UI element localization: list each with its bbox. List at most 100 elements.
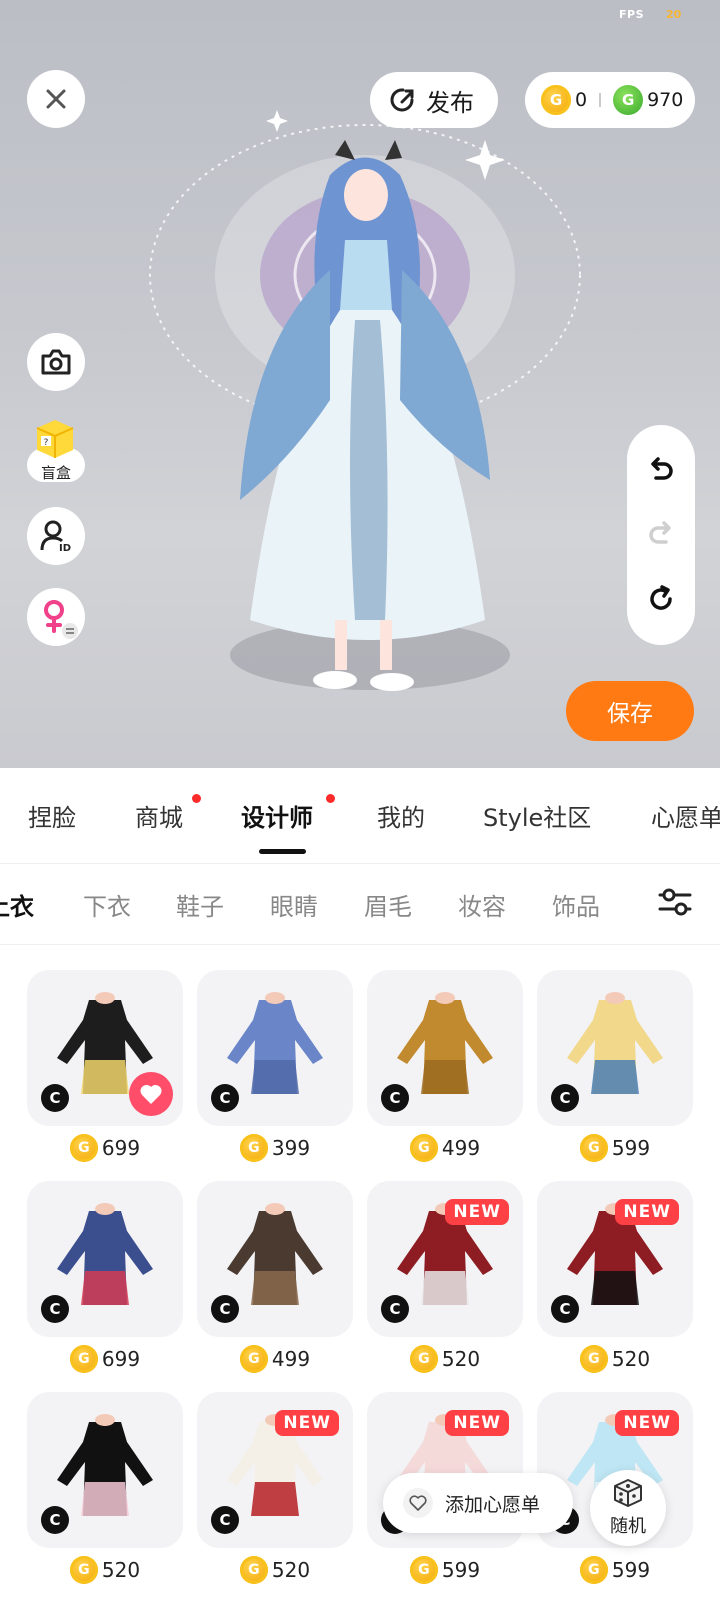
wallet-divider [599,93,602,107]
female-switch-icon [44,600,78,639]
outfit-item-card[interactable]: C [27,1392,183,1548]
item-price: G 699 [27,1132,183,1164]
close-button[interactable] [27,70,85,128]
camera-icon [41,349,71,375]
gold-coin-icon: G [579,1345,608,1373]
active-tab-indicator [259,849,306,854]
creator-badge-icon: C [551,1295,579,1323]
price-value: 520 [441,1347,481,1371]
tab-wishlist[interactable]: 心愿单 [651,798,720,833]
item-price: G 399 [197,1132,353,1164]
new-badge: NEW [445,1410,509,1436]
item-price: G 699 [27,1343,183,1375]
outfit-item-card[interactable]: C [537,970,693,1126]
price-value: 520 [101,1558,141,1582]
category-shoes[interactable]: 鞋子 [176,887,224,922]
outfit-item-card[interactable]: C NEW [197,1392,353,1548]
tab-style-community[interactable]: Style社区 [483,798,591,833]
price-value: 599 [611,1558,651,1582]
tab-face[interactable]: 捏脸 [28,798,76,833]
category-bottoms[interactable]: 下衣 [83,887,131,922]
gold-coin-icon: G [409,1134,438,1162]
category-accessories[interactable]: 饰品 [552,887,600,922]
category-eyes[interactable]: 眼睛 [270,887,318,922]
undo-button[interactable] [641,451,681,491]
outfit-item-card[interactable]: C [27,970,183,1126]
tab-designer[interactable]: 设计师 [241,798,313,833]
green-coin-icon: G [613,85,644,115]
price-value: 699 [101,1347,141,1371]
outfit-item-card[interactable]: C [27,1181,183,1337]
gold-coin-icon: G [69,1134,98,1162]
gold-coin-icon: G [239,1556,268,1584]
price-value: 599 [611,1136,651,1160]
price-value: 399 [271,1136,311,1160]
creator-badge-icon: C [41,1295,69,1323]
avatar-scene[interactable]: FPS 20 发布 G 0 G 970 ? 盲盒 ID 保存 [0,0,720,768]
undo-icon [651,457,673,480]
publish-button[interactable]: 发布 [370,72,498,128]
item-price: G 520 [367,1343,523,1375]
wallet-balance[interactable]: G 0 G 970 [525,72,695,128]
price-value: 520 [611,1347,651,1371]
item-price: G 520 [537,1343,693,1375]
category-tops[interactable]: 上衣 [0,887,34,922]
gold-coin-icon: G [239,1134,268,1162]
gold-coin-icon: G [409,1345,438,1373]
gold-coin-count: 0 [575,89,588,111]
filter-sliders-icon[interactable] [656,883,694,921]
outfit-item-card[interactable]: C NEW [367,1181,523,1337]
gold-coin-icon: G [579,1556,608,1584]
new-badge: NEW [275,1410,339,1436]
gold-coin-icon: G [239,1345,268,1373]
price-value: 499 [271,1347,311,1371]
random-button[interactable]: 随机 [590,1470,666,1546]
favorite-heart-icon[interactable] [129,1072,173,1116]
category-makeup[interactable]: 妆容 [458,887,506,922]
price-value: 520 [271,1558,311,1582]
add-wishlist-button[interactable]: 添加心愿单 [383,1473,573,1533]
gold-coin-icon: G [409,1556,438,1584]
camera-button[interactable] [27,333,85,391]
fps-value: 20 [666,8,682,21]
outfit-item-card[interactable]: C [197,1181,353,1337]
item-price: G 520 [27,1554,183,1586]
redo-button[interactable] [641,515,681,555]
main-tab-bar: 捏脸 商城 设计师 我的 Style社区 心愿单 [0,768,720,864]
gold-coin-icon: G [69,1556,98,1584]
item-price: G 599 [537,1132,693,1164]
tab-shop[interactable]: 商城 [135,798,183,833]
add-wishlist-label: 添加心愿单 [445,1493,541,1516]
svg-text:?: ? [44,438,49,448]
new-badge: NEW [445,1199,509,1225]
blindbox-icon: ? [36,420,74,458]
item-price: G 499 [367,1132,523,1164]
publish-label: 发布 [426,88,474,117]
designer-notification-dot [326,794,335,803]
price-value: 599 [441,1558,481,1582]
gold-coin-icon: G [69,1345,98,1373]
item-price: G 520 [197,1554,353,1586]
gender-switch-button[interactable] [27,588,85,646]
shop-notification-dot [192,794,201,803]
save-button[interactable]: 保存 [566,681,694,741]
outfit-item-card[interactable]: C NEW [537,1181,693,1337]
outfit-item-card[interactable]: C [367,970,523,1126]
creator-badge-icon: C [381,1295,409,1323]
outfit-item-card[interactable]: C [197,970,353,1126]
user-id-button[interactable]: ID [27,507,85,565]
category-eyebrows[interactable]: 眉毛 [364,887,412,922]
reset-button[interactable] [641,579,681,619]
item-price: G 499 [197,1343,353,1375]
item-price: G 599 [367,1554,523,1586]
avatar-character[interactable] [130,100,600,740]
blindbox-label: 盲盒 [40,464,71,482]
redo-icon [649,521,671,544]
green-coin-count: 970 [647,89,684,111]
gold-coin-icon: G [579,1134,608,1162]
tab-mine[interactable]: 我的 [377,798,425,833]
category-tab-bar: 上衣 下衣 鞋子 眼睛 眉毛 妆容 饰品 [0,865,720,945]
random-label: 随机 [610,1516,646,1537]
dice-icon [614,1479,642,1507]
creator-badge-icon: C [211,1295,239,1323]
